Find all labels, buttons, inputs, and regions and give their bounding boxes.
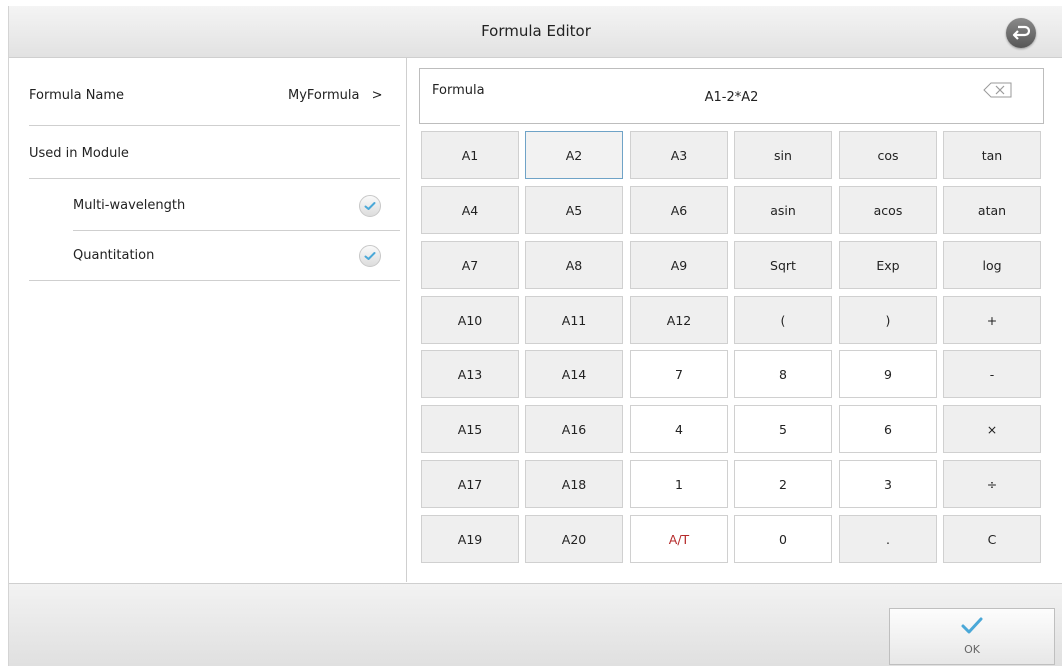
used-in-module-label: Used in Module — [29, 146, 129, 161]
module-quantitation-checkbox[interactable] — [359, 245, 381, 267]
backspace-icon — [983, 82, 1012, 98]
key-a15[interactable]: A15 — [421, 405, 519, 453]
backspace-button[interactable] — [983, 82, 1013, 98]
key-open-paren[interactable]: ( — [734, 296, 832, 344]
chevron-right-icon: > — [371, 88, 383, 103]
key-a13[interactable]: A13 — [421, 350, 519, 398]
key-multiply[interactable]: × — [943, 405, 1041, 453]
key-a6[interactable]: A6 — [630, 186, 728, 234]
key-8[interactable]: 8 — [734, 350, 832, 398]
key-sin[interactable]: sin — [734, 131, 832, 179]
key-a-t[interactable]: A/T — [630, 515, 728, 563]
key-a12[interactable]: A12 — [630, 296, 728, 344]
module-item-label: Multi-wavelength — [73, 198, 186, 213]
ok-button[interactable]: OK — [889, 608, 1055, 665]
window-title: Formula Editor — [481, 22, 591, 40]
key-a3[interactable]: A3 — [630, 131, 728, 179]
checkmark-icon — [364, 202, 376, 210]
key-3[interactable]: 3 — [839, 460, 937, 508]
key-a11[interactable]: A11 — [525, 296, 623, 344]
key-a2[interactable]: A2 — [525, 131, 623, 179]
key-a19[interactable]: A19 — [421, 515, 519, 563]
key-a16[interactable]: A16 — [525, 405, 623, 453]
key-acos[interactable]: acos — [839, 186, 937, 234]
divider — [29, 178, 400, 179]
key-6[interactable]: 6 — [839, 405, 937, 453]
key-4[interactable]: 4 — [630, 405, 728, 453]
back-button[interactable] — [1006, 18, 1036, 48]
key-log[interactable]: log — [943, 241, 1041, 289]
formula-display[interactable]: Formula A1-2*A2 — [419, 68, 1044, 124]
key-a10[interactable]: A10 — [421, 296, 519, 344]
formula-name-label: Formula Name — [29, 88, 125, 103]
key-a14[interactable]: A14 — [525, 350, 623, 398]
key-a18[interactable]: A18 — [525, 460, 623, 508]
divider — [29, 125, 400, 126]
key-close-paren[interactable]: ) — [839, 296, 937, 344]
key-7[interactable]: 7 — [630, 350, 728, 398]
formula-name-row-value[interactable]: MyFormula > — [288, 88, 383, 103]
module-item-label: Quantitation — [73, 248, 155, 263]
key-a8[interactable]: A8 — [525, 241, 623, 289]
checkmark-icon — [364, 252, 376, 260]
key-atan[interactable]: atan — [943, 186, 1041, 234]
key-plus[interactable]: + — [943, 296, 1041, 344]
title-bar: Formula Editor — [9, 6, 1062, 58]
key-a20[interactable]: A20 — [525, 515, 623, 563]
key-a17[interactable]: A17 — [421, 460, 519, 508]
key-5[interactable]: 5 — [734, 405, 832, 453]
formula-value: A1-2*A2 — [704, 90, 759, 105]
key-tan[interactable]: tan — [943, 131, 1041, 179]
ok-label: OK — [964, 643, 980, 656]
key-a1[interactable]: A1 — [421, 131, 519, 179]
key-0[interactable]: 0 — [734, 515, 832, 563]
key-a5[interactable]: A5 — [525, 186, 623, 234]
key-c[interactable]: C — [943, 515, 1041, 563]
key-2[interactable]: 2 — [734, 460, 832, 508]
key-1[interactable]: 1 — [630, 460, 728, 508]
key-asin[interactable]: asin — [734, 186, 832, 234]
divider — [29, 280, 400, 281]
checkmark-icon — [961, 617, 983, 634]
key-sqrt[interactable]: Sqrt — [734, 241, 832, 289]
divider — [73, 230, 400, 231]
key-divide[interactable]: ÷ — [943, 460, 1041, 508]
left-panel: Formula Name MyFormula > Used in Module … — [9, 58, 407, 582]
bottom-bar: OK — [9, 583, 1062, 666]
key-minus[interactable]: - — [943, 350, 1041, 398]
module-multi-wavelength-checkbox[interactable] — [359, 195, 381, 217]
key-a4[interactable]: A4 — [421, 186, 519, 234]
key-exp[interactable]: Exp — [839, 241, 937, 289]
key-a7[interactable]: A7 — [421, 241, 519, 289]
key-a9[interactable]: A9 — [630, 241, 728, 289]
formula-name-value: MyFormula — [288, 88, 360, 103]
formula-editor-window: Formula Editor Formula Name MyFormula > … — [8, 6, 1062, 666]
key-9[interactable]: 9 — [839, 350, 937, 398]
back-arrow-icon — [1012, 25, 1030, 40]
key-decimal-point[interactable]: . — [839, 515, 937, 563]
key-cos[interactable]: cos — [839, 131, 937, 179]
